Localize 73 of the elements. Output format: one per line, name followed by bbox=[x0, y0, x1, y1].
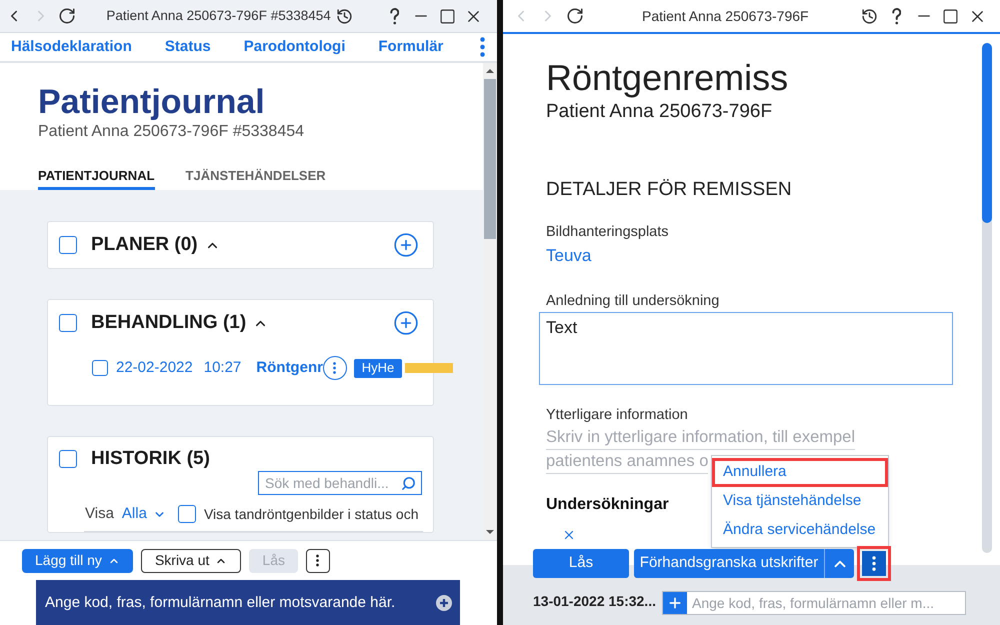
scroll-up-icon[interactable] bbox=[486, 69, 494, 73]
filter-dropdown[interactable]: Alla bbox=[122, 502, 166, 526]
maximize-icon[interactable] bbox=[438, 8, 456, 24]
history-icon[interactable] bbox=[336, 8, 353, 24]
section-heading: DETALJER FÖR REMISSEN bbox=[546, 178, 792, 202]
search-field[interactable]: Sök med behandli... bbox=[258, 471, 422, 495]
field-label: Anledning till undersökning bbox=[546, 292, 720, 311]
form-title: Röntgenremiss bbox=[546, 56, 788, 100]
timestamp: 13-01-2022 15:32... bbox=[533, 592, 656, 611]
nav-link[interactable]: Status bbox=[164, 36, 211, 58]
section-title: BEHANDLING (1) bbox=[91, 310, 246, 335]
initials-badge: HyHe bbox=[354, 358, 402, 378]
location-link[interactable]: Teuva bbox=[546, 244, 592, 268]
more-button[interactable] bbox=[857, 546, 891, 581]
patient-info: Patient Anna 250673-796F bbox=[546, 101, 772, 123]
refresh-icon[interactable] bbox=[566, 7, 584, 25]
expand-button[interactable] bbox=[825, 549, 854, 578]
fill-in-line[interactable]: patientens anamnes o bbox=[546, 450, 708, 474]
toolbar-button[interactable]: Lägg till ny bbox=[22, 548, 133, 572]
tab[interactable]: TJÄNSTEHÄNDELSER bbox=[186, 162, 326, 190]
section-heading: Undersökningar bbox=[546, 495, 669, 515]
add-icon[interactable] bbox=[393, 310, 419, 336]
time-text: 10:27 bbox=[204, 358, 242, 378]
search-icon[interactable] bbox=[401, 476, 416, 490]
window-title: Patient Anna 250673-796F #5338454 bbox=[106, 6, 331, 25]
plus-icon bbox=[667, 595, 683, 611]
lock-button[interactable]: Lås bbox=[533, 549, 629, 578]
scroll-down-icon[interactable] bbox=[486, 530, 494, 534]
history-icon[interactable] bbox=[861, 8, 878, 24]
patient-info: Patient Anna 250673-796F #5338454 bbox=[38, 122, 304, 142]
reason-field[interactable]: Text bbox=[539, 312, 953, 385]
command-field[interactable]: Ange kod, fras, formulärnamn eller m... bbox=[662, 591, 966, 615]
more-button[interactable] bbox=[306, 548, 330, 572]
preview-button[interactable]: Förhandsgranska utskrifter bbox=[634, 549, 825, 578]
remove-icon[interactable] bbox=[562, 528, 576, 542]
field-label: Bildhanteringsplats bbox=[546, 223, 669, 242]
add-button[interactable] bbox=[663, 592, 687, 614]
nav-link[interactable]: Parodontologi bbox=[244, 36, 346, 58]
nav-link[interactable]: Formulär bbox=[378, 36, 444, 58]
menu-item[interactable]: Visa tjänstehändelse bbox=[712, 487, 888, 516]
menu-item[interactable]: Ändra servicehändelse bbox=[712, 516, 888, 545]
scrollbar[interactable] bbox=[982, 43, 992, 553]
checkbox[interactable] bbox=[92, 360, 108, 376]
toolbar-button[interactable]: Skriva ut bbox=[140, 548, 242, 572]
scrollbar[interactable] bbox=[483, 63, 497, 540]
fill-in-line[interactable]: Skriv in ytterligare information, till exempel bbox=[546, 426, 856, 450]
field-label: Ytterligare information bbox=[546, 406, 688, 425]
help-icon[interactable] bbox=[892, 8, 901, 24]
more-icon bbox=[872, 556, 876, 571]
date-text: 22-02-2022 bbox=[116, 358, 193, 378]
maximize-icon[interactable] bbox=[942, 8, 959, 24]
add-icon[interactable] bbox=[436, 594, 452, 610]
checkbox[interactable] bbox=[59, 450, 77, 468]
more-icon[interactable] bbox=[480, 37, 485, 57]
treatment-link[interactable]: Röntgenr bbox=[256, 356, 323, 380]
checkbox-label: Visa tandröntgenbilder i status och bbox=[204, 504, 418, 524]
section-title: PLANER (0) bbox=[91, 232, 198, 257]
more-icon bbox=[316, 554, 320, 567]
help-icon[interactable] bbox=[390, 8, 399, 24]
section-title: HISTORIK (5) bbox=[91, 446, 210, 471]
scrollbar-thumb[interactable] bbox=[484, 79, 496, 239]
add-icon[interactable] bbox=[393, 232, 419, 258]
more-icon bbox=[333, 362, 336, 374]
page-title: Patientjournal bbox=[38, 82, 265, 122]
checkbox[interactable] bbox=[59, 314, 77, 332]
checkbox[interactable] bbox=[178, 505, 196, 523]
window-title: Patient Anna 250673-796F bbox=[642, 6, 809, 26]
refresh-icon[interactable] bbox=[58, 7, 76, 25]
nav-link[interactable]: Hälsodeklaration bbox=[11, 36, 132, 58]
filter-label: Visa bbox=[85, 504, 114, 524]
scrollbar-thumb[interactable] bbox=[982, 43, 992, 223]
checkbox[interactable] bbox=[59, 236, 77, 254]
menu-item[interactable]: Annullera bbox=[712, 458, 888, 487]
